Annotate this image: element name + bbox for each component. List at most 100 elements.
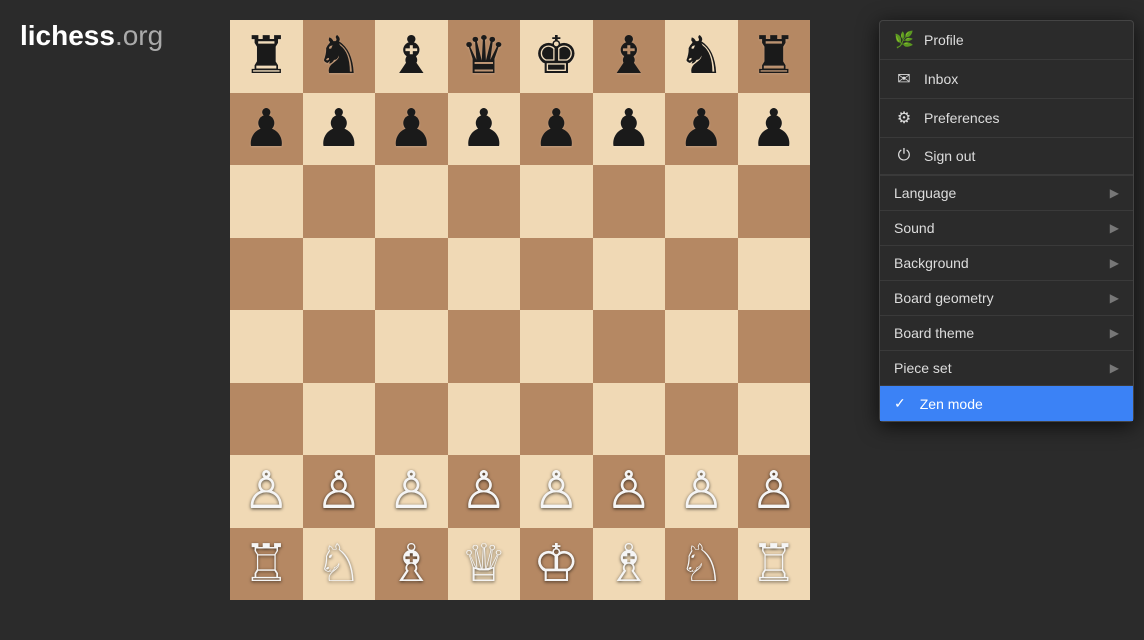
chevron-right-icon: ▶ bbox=[1110, 256, 1119, 270]
cell-7-6: ♘ bbox=[665, 528, 738, 601]
cell-6-7: ♙ bbox=[738, 455, 811, 528]
logo-text: lichess.org bbox=[20, 20, 163, 51]
cell-5-1 bbox=[303, 383, 376, 456]
cell-7-7: ♖ bbox=[738, 528, 811, 601]
board-geometry-label: Board geometry bbox=[894, 290, 994, 306]
menu-item-background[interactable]: Background ▶ bbox=[880, 246, 1133, 281]
cell-0-6: ♞ bbox=[665, 20, 738, 93]
cell-3-3 bbox=[448, 238, 521, 311]
background-label: Background bbox=[894, 255, 969, 271]
chevron-right-icon: ▶ bbox=[1110, 291, 1119, 305]
cell-7-1: ♘ bbox=[303, 528, 376, 601]
cell-5-3 bbox=[448, 383, 521, 456]
language-label: Language bbox=[894, 185, 956, 201]
cell-6-0: ♙ bbox=[230, 455, 303, 528]
cell-2-7 bbox=[738, 165, 811, 238]
menu-item-zen-mode[interactable]: ✓ Zen mode bbox=[880, 386, 1133, 421]
inbox-icon: ✉ bbox=[894, 69, 914, 89]
dropdown-menu: 🌿 Profile ✉ Inbox ⚙ Preferences ⏻ Sign o… bbox=[879, 20, 1134, 422]
cell-1-7: ♟ bbox=[738, 93, 811, 166]
cell-3-2 bbox=[375, 238, 448, 311]
menu-item-inbox[interactable]: ✉ Inbox bbox=[880, 60, 1133, 99]
menu-item-preferences[interactable]: ⚙ Preferences bbox=[880, 99, 1133, 138]
cell-4-1 bbox=[303, 310, 376, 383]
cell-6-2: ♙ bbox=[375, 455, 448, 528]
menu-item-sound[interactable]: Sound ▶ bbox=[880, 211, 1133, 246]
cell-2-1 bbox=[303, 165, 376, 238]
cell-4-3 bbox=[448, 310, 521, 383]
check-icon: ✓ bbox=[894, 395, 906, 412]
cell-7-5: ♗ bbox=[593, 528, 666, 601]
cell-5-5 bbox=[593, 383, 666, 456]
cell-1-1: ♟ bbox=[303, 93, 376, 166]
gear-icon: ⚙ bbox=[894, 108, 914, 128]
cell-5-6 bbox=[665, 383, 738, 456]
cell-1-2: ♟ bbox=[375, 93, 448, 166]
logo: lichess.org bbox=[20, 20, 163, 52]
cell-2-3 bbox=[448, 165, 521, 238]
piece-set-label: Piece set bbox=[894, 360, 952, 376]
cell-4-0 bbox=[230, 310, 303, 383]
signout-label: Sign out bbox=[924, 148, 975, 164]
cell-1-3: ♟ bbox=[448, 93, 521, 166]
cell-5-4 bbox=[520, 383, 593, 456]
board-theme-label: Board theme bbox=[894, 325, 974, 341]
cell-6-1: ♙ bbox=[303, 455, 376, 528]
cell-2-2 bbox=[375, 165, 448, 238]
cell-7-4: ♔ bbox=[520, 528, 593, 601]
cell-3-4 bbox=[520, 238, 593, 311]
chevron-right-icon: ▶ bbox=[1110, 326, 1119, 340]
cell-5-2 bbox=[375, 383, 448, 456]
inbox-label: Inbox bbox=[924, 71, 958, 87]
cell-4-6 bbox=[665, 310, 738, 383]
menu-item-profile[interactable]: 🌿 Profile bbox=[880, 21, 1133, 60]
cell-0-4: ♚ bbox=[520, 20, 593, 93]
cell-7-2: ♗ bbox=[375, 528, 448, 601]
cell-6-6: ♙ bbox=[665, 455, 738, 528]
cell-4-2 bbox=[375, 310, 448, 383]
cell-4-4 bbox=[520, 310, 593, 383]
cell-4-7 bbox=[738, 310, 811, 383]
cell-7-3: ♕ bbox=[448, 528, 521, 601]
cell-0-1: ♞ bbox=[303, 20, 376, 93]
menu-item-piece-set[interactable]: Piece set ▶ bbox=[880, 351, 1133, 386]
cell-0-0: ♜ bbox=[230, 20, 303, 93]
cell-2-6 bbox=[665, 165, 738, 238]
cell-6-5: ♙ bbox=[593, 455, 666, 528]
chess-board: ♜♞♝♛♚♝♞♜♟♟♟♟♟♟♟♟♙♙♙♙♙♙♙♙♖♘♗♕♔♗♘♖ bbox=[230, 20, 810, 600]
chevron-right-icon: ▶ bbox=[1110, 221, 1119, 235]
cell-7-0: ♖ bbox=[230, 528, 303, 601]
profile-label: Profile bbox=[924, 32, 964, 48]
cell-4-5 bbox=[593, 310, 666, 383]
cell-1-0: ♟ bbox=[230, 93, 303, 166]
leaf-icon: 🌿 bbox=[894, 30, 914, 50]
cell-6-3: ♙ bbox=[448, 455, 521, 528]
cell-0-3: ♛ bbox=[448, 20, 521, 93]
cell-3-1 bbox=[303, 238, 376, 311]
zen-mode-label: Zen mode bbox=[920, 396, 983, 412]
cell-3-5 bbox=[593, 238, 666, 311]
cell-2-5 bbox=[593, 165, 666, 238]
cell-3-6 bbox=[665, 238, 738, 311]
menu-item-language[interactable]: Language ▶ bbox=[880, 176, 1133, 211]
cell-5-0 bbox=[230, 383, 303, 456]
power-icon: ⏻ bbox=[894, 147, 914, 165]
menu-item-signout[interactable]: ⏻ Sign out bbox=[880, 138, 1133, 175]
chevron-right-icon: ▶ bbox=[1110, 186, 1119, 200]
cell-0-2: ♝ bbox=[375, 20, 448, 93]
cell-2-4 bbox=[520, 165, 593, 238]
chevron-right-icon: ▶ bbox=[1110, 361, 1119, 375]
sound-label: Sound bbox=[894, 220, 934, 236]
cell-0-7: ♜ bbox=[738, 20, 811, 93]
cell-5-7 bbox=[738, 383, 811, 456]
cell-1-5: ♟ bbox=[593, 93, 666, 166]
preferences-label: Preferences bbox=[924, 110, 999, 126]
cell-0-5: ♝ bbox=[593, 20, 666, 93]
chess-board-container: ♜♞♝♛♚♝♞♜♟♟♟♟♟♟♟♟♙♙♙♙♙♙♙♙♖♘♗♕♔♗♘♖ bbox=[230, 20, 810, 600]
cell-6-4: ♙ bbox=[520, 455, 593, 528]
menu-item-board-geometry[interactable]: Board geometry ▶ bbox=[880, 281, 1133, 316]
cell-3-0 bbox=[230, 238, 303, 311]
cell-1-6: ♟ bbox=[665, 93, 738, 166]
cell-3-7 bbox=[738, 238, 811, 311]
menu-item-board-theme[interactable]: Board theme ▶ bbox=[880, 316, 1133, 351]
